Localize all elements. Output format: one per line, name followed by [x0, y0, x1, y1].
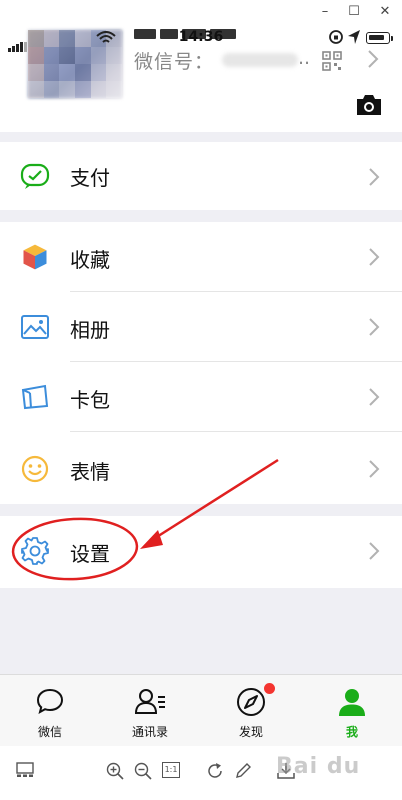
card-wallet-icon	[21, 384, 49, 410]
wechat-id-suffix: ..	[298, 47, 311, 69]
edit-pencil-icon[interactable]	[234, 762, 252, 780]
qr-code-icon[interactable]	[322, 51, 342, 71]
wallet-pay-icon	[20, 163, 50, 189]
location-arrow-icon	[348, 30, 360, 44]
gear-icon	[21, 537, 49, 565]
smiley-face-icon	[21, 455, 49, 483]
zoom-out-icon[interactable]	[134, 762, 152, 780]
wechat-id-label: 微信号：	[134, 51, 215, 73]
menu-label-settings: 设置	[70, 542, 110, 566]
menu-item-cards[interactable]: 卡包	[0, 362, 402, 432]
menu-item-favorites[interactable]: 收藏	[0, 222, 402, 292]
menu-label-stickers: 表情	[70, 460, 110, 484]
chevron-right-icon	[369, 388, 380, 406]
thumbnail-view-icon[interactable]	[16, 762, 34, 778]
rotate-icon[interactable]	[206, 762, 224, 780]
tab-discover[interactable]: 发现	[201, 675, 301, 747]
zoom-in-icon[interactable]	[106, 762, 124, 780]
notification-dot	[264, 683, 275, 694]
chevron-right-icon	[369, 460, 380, 478]
compass-icon	[237, 688, 265, 716]
menu-label-favorites: 收藏	[70, 248, 110, 272]
wifi-icon	[96, 31, 116, 43]
tab-label: 微信	[37, 725, 62, 739]
battery-icon	[366, 32, 390, 44]
tab-contacts[interactable]: 通讯录	[100, 675, 200, 747]
chevron-right-icon	[368, 50, 379, 68]
maximize-button[interactable]: ☐	[341, 2, 367, 22]
section-gap	[0, 132, 402, 142]
cube-favorites-icon	[22, 243, 48, 271]
tab-label: 我	[345, 725, 358, 739]
minimize-button[interactable]: –	[312, 2, 338, 22]
menu-item-stickers[interactable]: 表情	[0, 432, 402, 504]
tab-label: 发现	[238, 725, 263, 739]
menu-item-pay[interactable]: 支付	[0, 142, 402, 210]
chevron-right-icon	[369, 248, 380, 266]
menu-label-pay: 支付	[70, 166, 110, 190]
chevron-right-icon	[369, 168, 380, 186]
viewer-title-bar: – ☐ ✕	[0, 0, 402, 24]
chat-bubble-icon	[36, 688, 64, 715]
contacts-icon	[134, 689, 165, 714]
wechat-id-redacted	[222, 53, 298, 67]
chevron-right-icon	[369, 318, 380, 336]
tab-me[interactable]: 我	[302, 675, 402, 747]
battery-tip	[391, 36, 393, 41]
menu-label-album: 相册	[70, 318, 110, 342]
close-button[interactable]: ✕	[372, 2, 398, 22]
menu-item-settings[interactable]: 设置	[0, 516, 402, 588]
person-icon	[339, 689, 365, 716]
tab-chats[interactable]: 微信	[0, 675, 100, 747]
tab-label: 通讯录	[131, 725, 168, 739]
menu-label-cards: 卡包	[70, 388, 110, 412]
baidu-watermark-logo: Bai du	[276, 754, 361, 779]
phone-status-bar: 14:36	[0, 24, 402, 52]
chevron-right-icon	[369, 542, 380, 560]
section-gap	[0, 504, 402, 516]
camera-icon[interactable]	[354, 92, 384, 118]
photo-album-icon	[21, 315, 49, 339]
section-gap	[0, 210, 402, 222]
tab-bar: 微信 通讯录 发现 我	[0, 674, 402, 746]
rotation-lock-icon	[329, 30, 343, 44]
empty-area	[0, 588, 402, 674]
menu-item-album[interactable]: 相册	[0, 292, 402, 362]
actual-size-button[interactable]: 1:1	[162, 762, 180, 778]
